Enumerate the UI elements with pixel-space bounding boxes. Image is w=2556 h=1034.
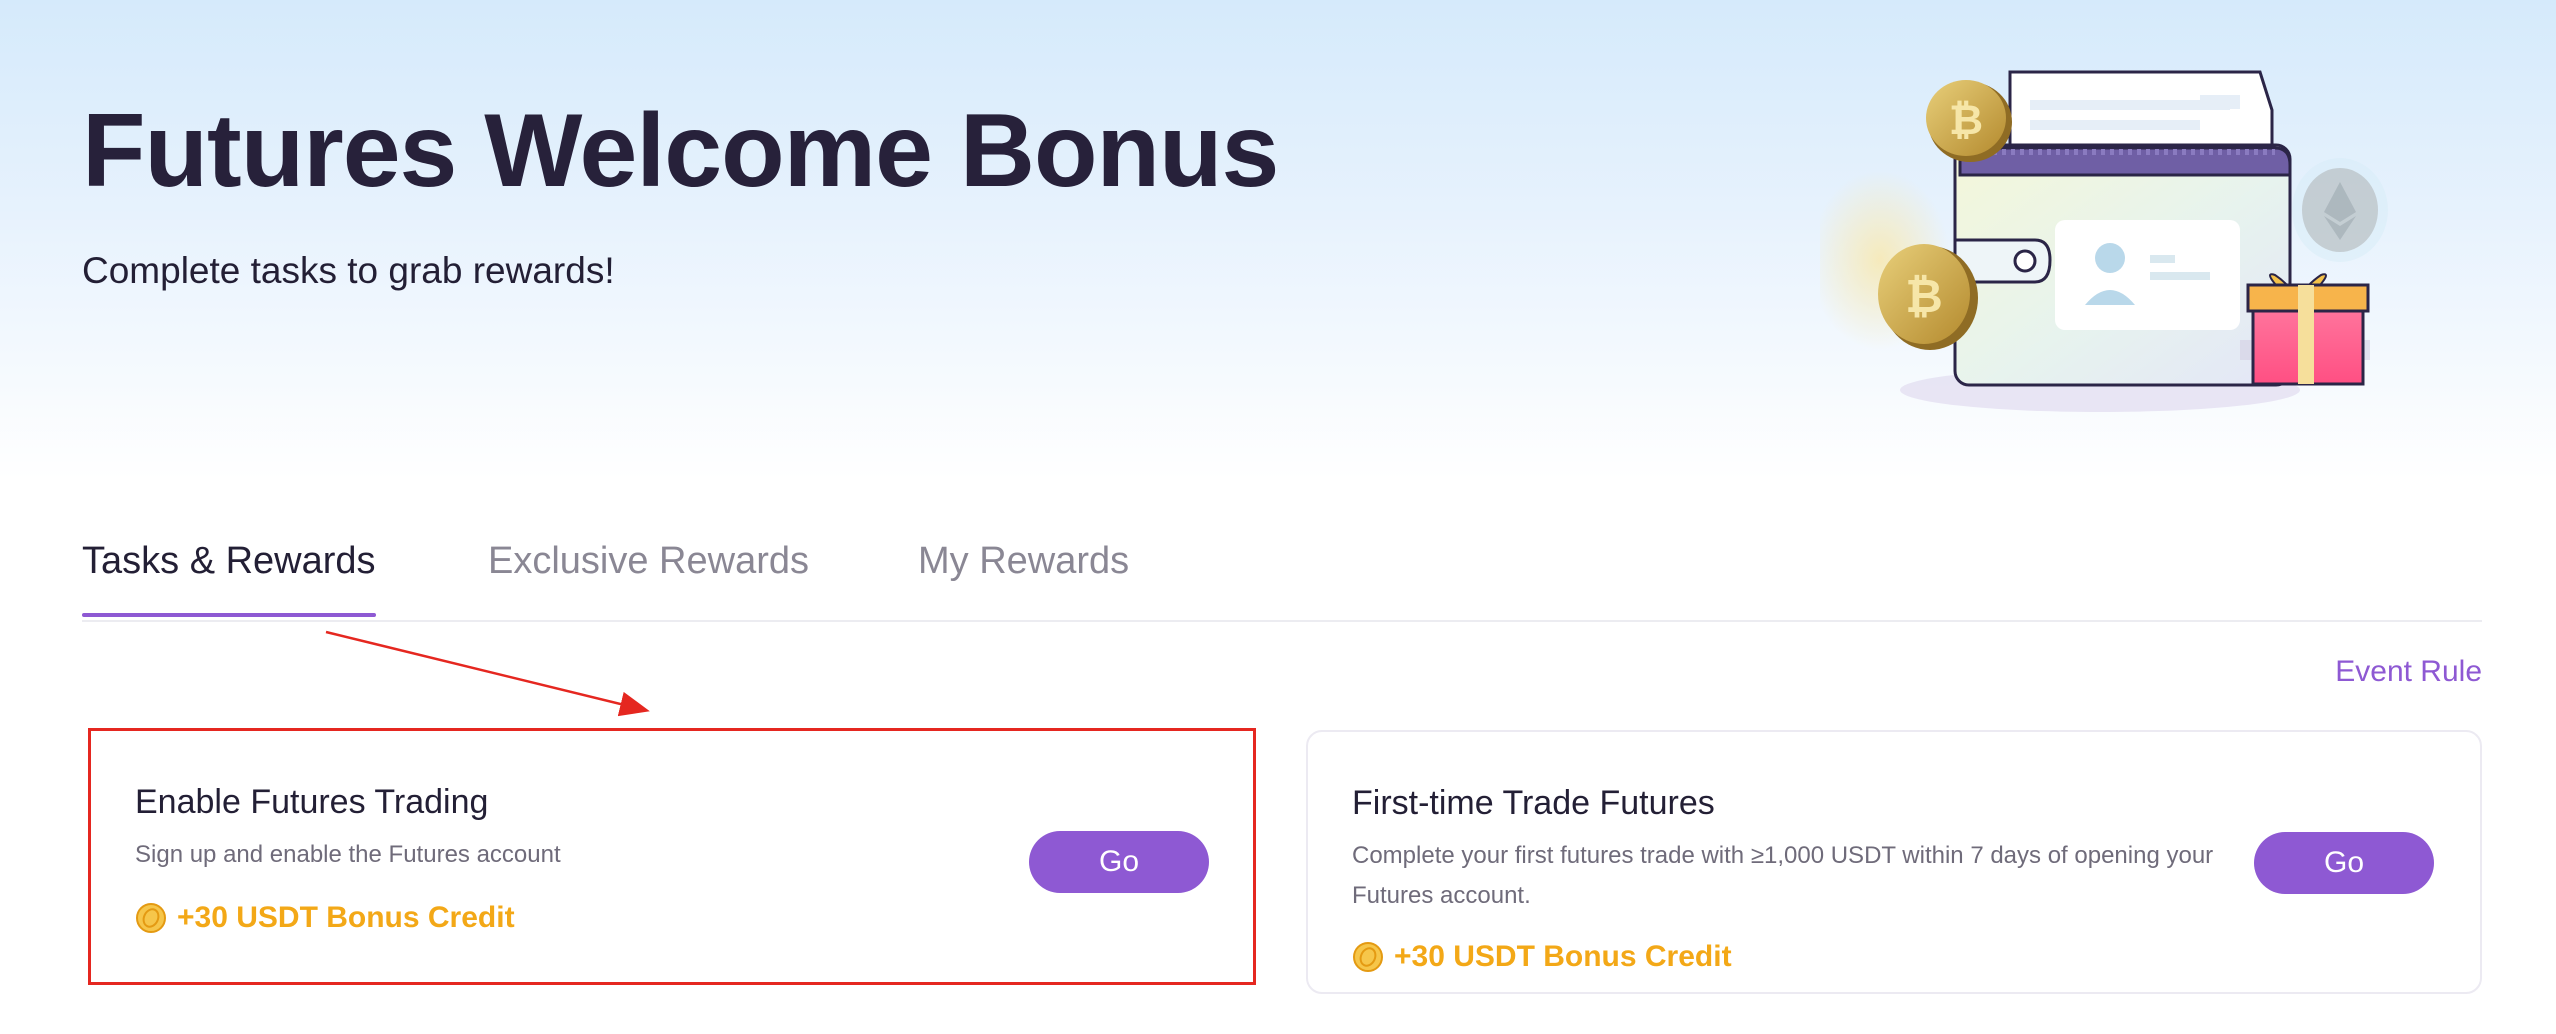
svg-text:₿: ₿ (1949, 95, 1983, 144)
go-button[interactable]: Go (2254, 832, 2434, 894)
tab-label: Tasks & Rewards (82, 540, 376, 582)
reward-amount: +30 USDT Bonus Credit (1394, 940, 1732, 973)
task-card-first-trade: First-time Trade Futures Complete your f… (1306, 730, 2482, 994)
bitcoin-coin-icon: ₿ (1926, 80, 2012, 162)
tab-divider (82, 620, 2482, 622)
task-title: First-time Trade Futures (1352, 784, 1715, 822)
reward-amount: +30 USDT Bonus Credit (177, 901, 515, 934)
tab-bar: Tasks & Rewards Exclusive Rewards My Rew… (82, 520, 2482, 622)
tab-exclusive-rewards[interactable]: Exclusive Rewards (488, 540, 809, 617)
coin-icon (1353, 942, 1383, 972)
go-button[interactable]: Go (1029, 831, 1209, 893)
wallet-icon (1953, 143, 2292, 387)
tab-label: My Rewards (918, 540, 1130, 582)
task-description: Complete your first futures trade with ≥… (1352, 842, 2214, 909)
page-title: Futures Welcome Bonus (82, 93, 1279, 209)
task-description: Sign up and enable the Futures account (135, 841, 561, 868)
task-card-enable-futures: Enable Futures Trading Sign up and enabl… (88, 728, 1256, 985)
svg-text:₿: ₿ (1905, 269, 1943, 323)
task-reward: +30 USDT Bonus Credit (135, 901, 515, 935)
event-rule-link[interactable]: Event Rule (2335, 655, 2482, 689)
tab-tasks-rewards[interactable]: Tasks & Rewards (82, 540, 376, 617)
tab-label: Exclusive Rewards (488, 540, 809, 582)
coin-icon (136, 903, 166, 933)
active-tab-indicator (82, 613, 376, 617)
tab-my-rewards[interactable]: My Rewards (918, 540, 1129, 617)
gift-box-icon (2240, 273, 2370, 386)
page-subtitle: Complete tasks to grab rewards! (82, 250, 615, 291)
ethereum-coin-icon (2292, 158, 2388, 262)
task-title: Enable Futures Trading (135, 783, 489, 821)
wallet-illustration: ₿ ₿ (1820, 70, 2388, 412)
task-reward: +30 USDT Bonus Credit (1352, 940, 1732, 974)
hero-banner: Futures Welcome Bonus Complete tasks to … (0, 0, 2556, 480)
